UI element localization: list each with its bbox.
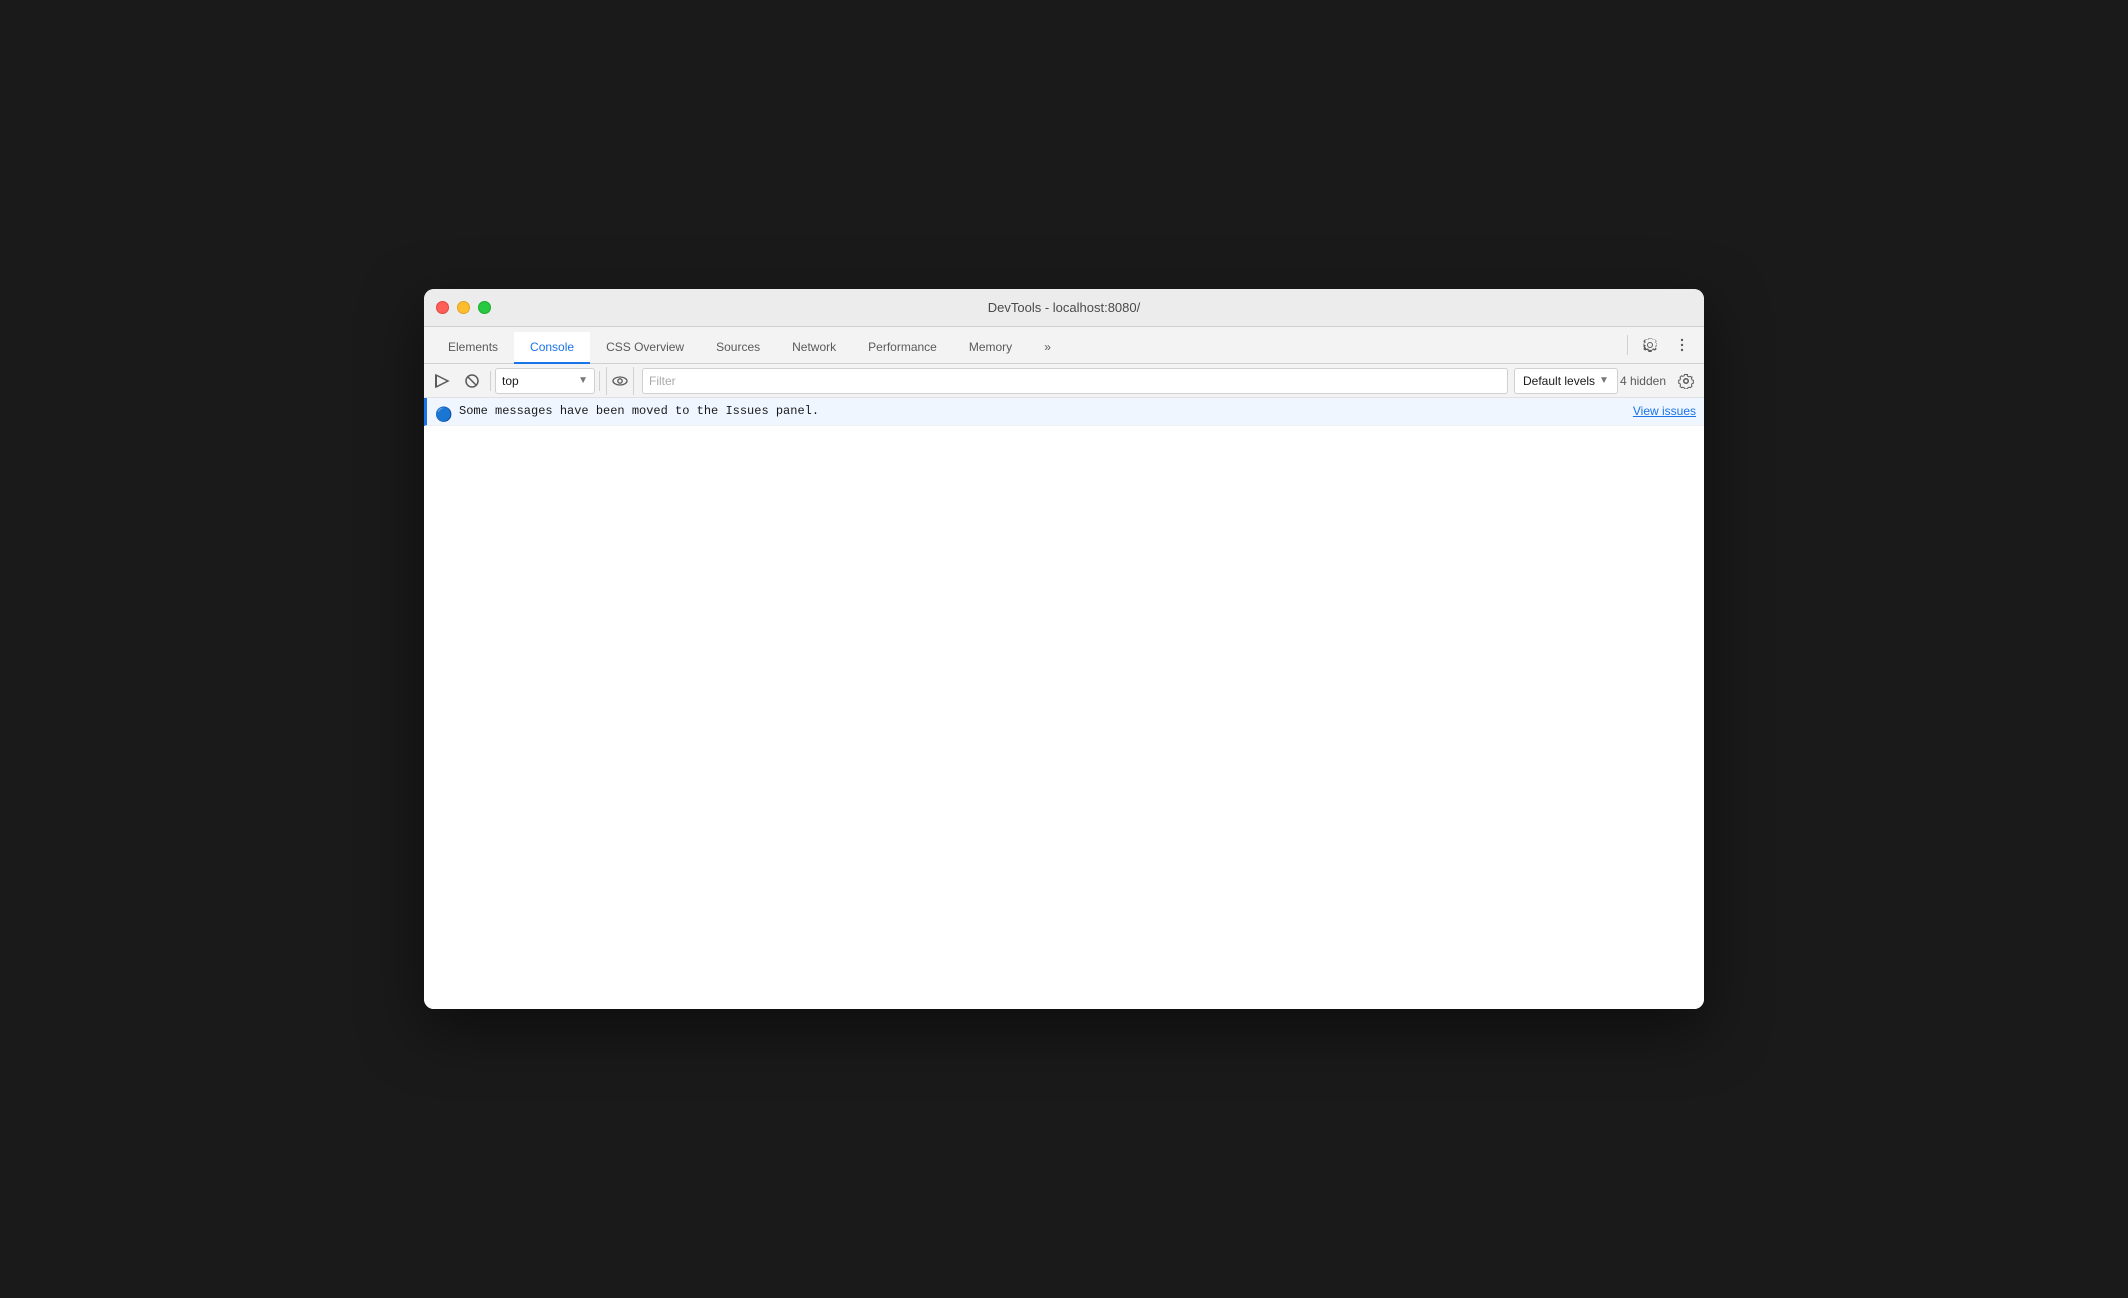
more-options-icon[interactable] — [1668, 331, 1696, 359]
maximize-button[interactable] — [478, 301, 491, 314]
execute-icon[interactable] — [428, 367, 456, 395]
toolbar-divider-2 — [599, 371, 600, 391]
tab-more[interactable]: » — [1028, 332, 1067, 364]
settings-icon[interactable] — [1636, 331, 1664, 359]
tabs-actions — [1623, 327, 1704, 363]
levels-arrow: ▼ — [1599, 375, 1609, 386]
info-message-icon: 🔵 — [435, 404, 451, 420]
tab-network[interactable]: Network — [776, 332, 852, 364]
console-content: 🔵 Some messages have been moved to the I… — [424, 398, 1704, 1009]
devtools-window: DevTools - localhost:8080/ Elements Cons… — [424, 289, 1704, 1009]
console-toolbar: top ▼ Default levels ▼ 4 hidden — [424, 364, 1704, 398]
tab-performance[interactable]: Performance — [852, 332, 953, 364]
title-bar: DevTools - localhost:8080/ — [424, 289, 1704, 327]
tab-sources[interactable]: Sources — [700, 332, 776, 364]
tab-console[interactable]: Console — [514, 332, 590, 364]
minimize-button[interactable] — [457, 301, 470, 314]
toolbar-right: 4 hidden — [1620, 367, 1700, 395]
eye-icon[interactable] — [606, 367, 634, 395]
traffic-lights — [436, 301, 491, 314]
toolbar-divider-1 — [490, 371, 491, 391]
context-selector[interactable]: top ▼ — [495, 368, 595, 394]
tab-css-overview[interactable]: CSS Overview — [590, 332, 700, 364]
window-title: DevTools - localhost:8080/ — [988, 300, 1140, 315]
tab-elements[interactable]: Elements — [432, 332, 514, 364]
filter-input[interactable] — [643, 368, 1507, 394]
clear-console-icon[interactable] — [458, 367, 486, 395]
console-info-message: 🔵 Some messages have been moved to the I… — [424, 398, 1704, 426]
view-issues-link[interactable]: View issues — [1633, 402, 1696, 420]
filter-area — [642, 368, 1508, 394]
console-settings-icon[interactable] — [1672, 367, 1700, 395]
log-levels-selector[interactable]: Default levels ▼ — [1514, 368, 1618, 394]
context-selector-arrow: ▼ — [578, 375, 588, 386]
tabs-bar: Elements Console CSS Overview Sources Ne… — [424, 327, 1704, 364]
tab-memory[interactable]: Memory — [953, 332, 1028, 364]
hidden-count: 4 hidden — [1620, 374, 1666, 388]
close-button[interactable] — [436, 301, 449, 314]
message-text: Some messages have been moved to the Iss… — [459, 402, 1617, 420]
tabs-divider — [1627, 335, 1628, 355]
